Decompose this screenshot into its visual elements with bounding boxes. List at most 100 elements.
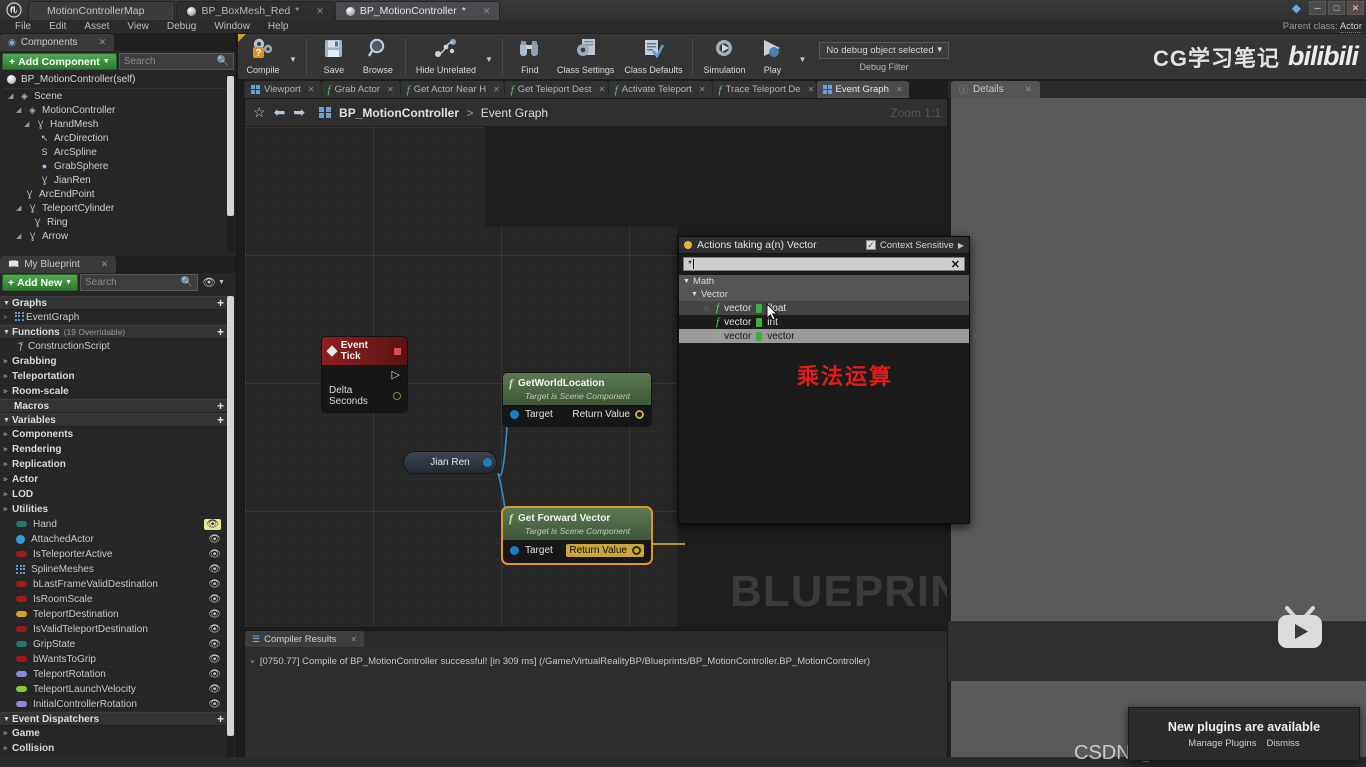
expander-icon[interactable]: ◢ (16, 232, 23, 240)
expander-icon[interactable]: ▹ (4, 372, 12, 380)
list-item-game[interactable]: ▹ Game (0, 726, 230, 741)
node-jian-ren-variable-get[interactable]: Jian Ren (404, 452, 496, 473)
eye-icon[interactable]: 👁 (208, 624, 221, 635)
exec-output-pin[interactable]: ▷ (322, 365, 407, 383)
expander-icon[interactable]: ▹ (4, 445, 12, 453)
components-search-input[interactable]: Search 🔍 (118, 53, 234, 70)
close-icon[interactable]: ✕ (896, 85, 903, 94)
expander-icon[interactable]: ▹ (4, 729, 12, 737)
close-icon[interactable]: ✕ (808, 85, 815, 94)
component-row-arrow[interactable]: ◢ Ɣ Arrow (4, 229, 236, 243)
tab-viewport[interactable]: Viewport ✕ (244, 81, 321, 98)
tab-event-graph[interactable]: Event Graph ✕ (815, 81, 909, 98)
action-category-vector[interactable]: ▼ Vector (679, 288, 969, 301)
app-tab-bp-boxmesh-red[interactable]: BP_BoxMesh_Red * ✕ (176, 1, 334, 20)
eye-icon[interactable]: 👁 (208, 609, 221, 620)
expander-icon[interactable]: ▹ (4, 313, 12, 321)
expander-icon[interactable]: ◢ (16, 204, 23, 212)
component-row-handmesh[interactable]: ◢ Ɣ HandMesh (4, 117, 236, 131)
section-macros[interactable]: Macros + (0, 399, 230, 413)
eye-icon[interactable]: 👁 (208, 534, 221, 545)
chevron-right-icon[interactable]: ▶ (958, 241, 964, 250)
output-pin-return-value[interactable]: Return Value (566, 544, 644, 557)
eye-icon[interactable]: 👁 (208, 684, 221, 695)
eye-icon[interactable]: 👁 (208, 594, 221, 605)
component-row-arcspline[interactable]: S ArcSpline (4, 145, 236, 159)
back-arrow-icon[interactable]: ⬅ (274, 104, 286, 121)
eye-icon[interactable]: 👁 (208, 549, 221, 560)
tab-details[interactable]: ⓘ Details ✕ (951, 81, 1041, 98)
checkbox-icon[interactable]: ✓ (865, 240, 876, 250)
expander-icon[interactable]: ▹ (4, 744, 12, 752)
list-item-variable-teleportrotation[interactable]: TeleportRotation 👁 (0, 667, 230, 682)
my-blueprint-scrollbar-thumb[interactable] (227, 296, 234, 736)
debug-object-select[interactable]: No debug object selected ▼ (819, 41, 949, 59)
class-settings-button[interactable]: Class Settings (552, 36, 620, 77)
list-item-variable-gripstate[interactable]: GripState 👁 (0, 637, 230, 652)
tab-compiler-results[interactable]: ☰ Compiler Results ✕ (245, 631, 365, 647)
add-macro-button[interactable]: + (217, 399, 224, 413)
compile-options-chevron-icon[interactable]: ▼ (285, 55, 301, 64)
tab-activate-teleporter[interactable]: f Activate Teleport ✕ (607, 81, 712, 98)
tab-components[interactable]: ◉ Components ✕ (0, 34, 115, 51)
node-get-forward-vector[interactable]: f Get Forward Vector Target is Scene Com… (501, 506, 653, 565)
list-item-components[interactable]: ▹ Components (0, 427, 230, 442)
list-item-lod[interactable]: ▹ LOD (0, 487, 230, 502)
eye-icon[interactable]: 👁 (208, 654, 221, 665)
component-root-self[interactable]: BP_MotionController(self) (4, 73, 228, 89)
menu-item-window[interactable]: Window (205, 21, 259, 32)
list-item-variable-blastframevaliddestination[interactable]: bLastFrameValidDestination 👁 (0, 577, 230, 592)
hide-unrelated-chevron-icon[interactable]: ▼ (481, 55, 497, 64)
add-variable-button[interactable]: + (217, 413, 224, 427)
list-item-room-scale[interactable]: ▹ Room-scale (0, 384, 230, 399)
close-icon[interactable]: ✕ (308, 85, 315, 94)
menu-item-asset[interactable]: Asset (75, 21, 118, 32)
menu-item-edit[interactable]: Edit (40, 21, 75, 32)
component-row-teleportcylinder[interactable]: ◢ Ɣ TeleportCylinder (4, 201, 236, 215)
list-item-rendering[interactable]: ▹ Rendering (0, 442, 230, 457)
list-item-grabbing[interactable]: ▹ Grabbing (0, 354, 230, 369)
clear-icon[interactable]: ✕ (951, 258, 960, 271)
simulation-button[interactable]: Simulation (698, 36, 750, 77)
section-functions[interactable]: ▼ Functions (19 Overridable) + (0, 325, 230, 339)
tab-get-actor-near-hand[interactable]: f Get Actor Near H ✕ (399, 81, 504, 98)
parent-class-value[interactable]: Actor (1339, 21, 1362, 33)
expander-icon[interactable]: ▹ (4, 387, 12, 395)
eye-icon[interactable]: 👁 (208, 669, 221, 680)
list-item-collision[interactable]: ▹ Collision (0, 741, 230, 756)
expander-icon[interactable]: ▹ (4, 460, 12, 468)
eye-icon[interactable]: 👁 (208, 564, 221, 575)
collapse-icon[interactable]: ▼ (3, 329, 10, 336)
close-icon[interactable]: ✕ (316, 6, 324, 17)
object-pin-icon[interactable] (483, 458, 492, 467)
expander-icon[interactable]: ▹ (4, 490, 12, 498)
menu-item-file[interactable]: File (6, 21, 40, 32)
class-defaults-button[interactable]: Class Defaults (619, 36, 687, 77)
minimize-button[interactable]: ─ (1309, 1, 1326, 15)
forward-arrow-icon[interactable]: ➡ (293, 104, 305, 121)
play-options-chevron-icon[interactable]: ▼ (794, 55, 810, 64)
browse-button[interactable]: Browse (356, 36, 400, 77)
list-item-variable-isroomscale[interactable]: IsRoomScale 👁 (0, 592, 230, 607)
list-item-variable-splinemeshes[interactable]: SplineMeshes 👁 (0, 562, 230, 577)
expander-icon[interactable]: ▹ (4, 430, 12, 438)
list-item-constructionscript[interactable]: ⃗f ConstructionScript (0, 339, 230, 354)
expander-icon[interactable]: ▹ (4, 357, 12, 365)
collapse-icon[interactable]: ▼ (3, 300, 10, 307)
add-new-button[interactable]: + Add New ▼ (2, 274, 78, 291)
collapse-icon[interactable]: ▼ (3, 716, 10, 723)
expander-icon[interactable]: ◢ (16, 106, 23, 114)
collapse-icon[interactable]: ▼ (3, 417, 10, 424)
close-icon[interactable]: ✕ (483, 6, 491, 17)
tab-trace-teleport-destination[interactable]: f Trace Teleport De ✕ (711, 81, 816, 98)
component-row-scene[interactable]: ◢ ◈ Scene (4, 89, 236, 103)
action-item-vector-times-int[interactable]: ☆ f vector int (679, 315, 969, 329)
manage-plugins-button[interactable]: Manage Plugins (1188, 738, 1256, 749)
close-icon[interactable]: ✕ (599, 85, 606, 94)
list-item-utilities[interactable]: ▹ Utilities (0, 502, 230, 517)
add-function-button[interactable]: + (217, 325, 224, 339)
context-sensitive-toggle[interactable]: ✓ Context Sensitive ▶ (865, 240, 964, 251)
bookmark-star-icon[interactable]: ☆ (253, 104, 266, 121)
list-item-variable-isteleporteractive[interactable]: IsTeleporterActive 👁 (0, 547, 230, 562)
hide-unrelated-button[interactable]: Hide Unrelated (411, 36, 481, 77)
